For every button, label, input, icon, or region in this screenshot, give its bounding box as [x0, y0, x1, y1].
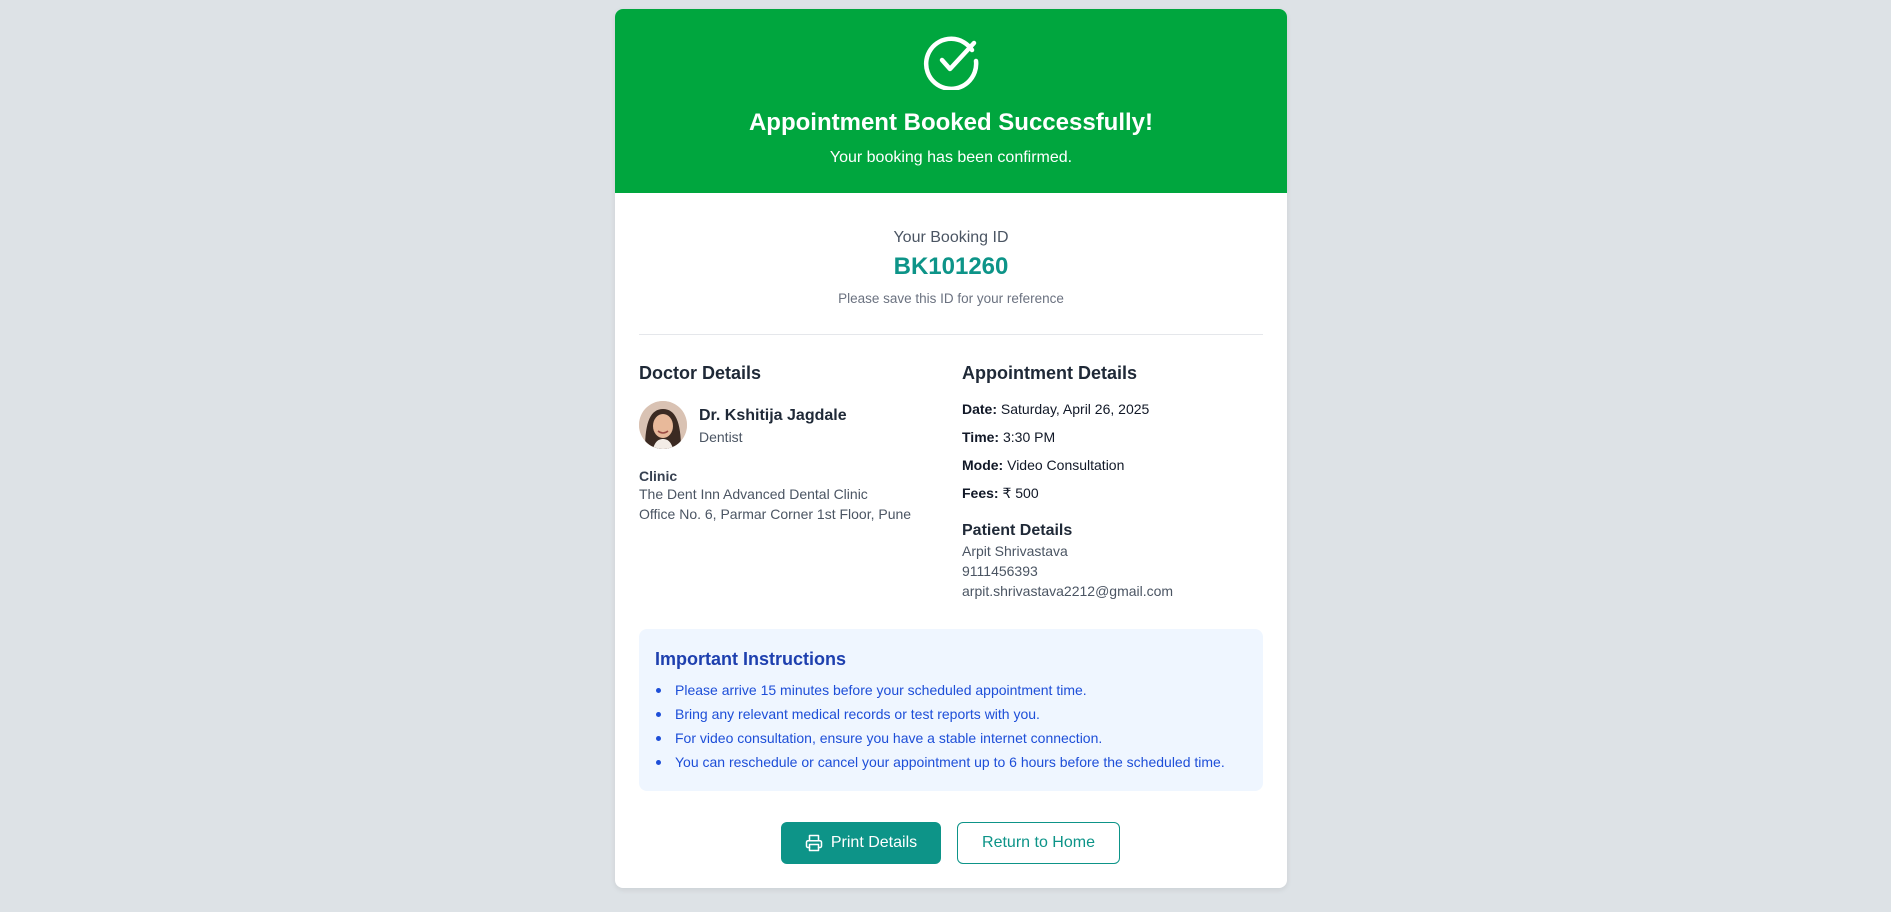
- time-value: 3:30 PM: [1002, 429, 1056, 445]
- doctor-details-section: Doctor Details Dr. Kshitija Jagdale Dent…: [639, 362, 939, 524]
- instructions-heading: Important Instructions: [655, 649, 847, 669]
- time-label: Time:: [962, 429, 1000, 445]
- booking-id-label: Your Booking ID: [893, 229, 1009, 246]
- appointment-fees: Fees: ₹ 500: [962, 483, 1262, 503]
- doctor-name: Dr. Kshitija Jagdale: [699, 407, 847, 424]
- patient-details-heading: Patient Details: [962, 522, 1073, 539]
- print-details-label: Print Details: [830, 834, 918, 851]
- mode-label: Mode:: [962, 457, 1004, 473]
- date-value: Saturday, April 26, 2025: [1000, 401, 1150, 417]
- appointment-mode: Mode: Video Consultation: [962, 455, 1262, 475]
- fees-label: Fees:: [962, 485, 999, 501]
- instruction-item: For video consultation, ensure you have …: [655, 728, 1247, 752]
- instruction-item: Bring any relevant medical records or te…: [655, 704, 1247, 728]
- patient-phone: 9111456393: [962, 563, 1038, 579]
- print-details-button[interactable]: Print Details: [781, 822, 941, 864]
- clinic-name: The Dent Inn Advanced Dental Clinic: [639, 486, 868, 502]
- return-home-button[interactable]: Return to Home: [957, 822, 1120, 864]
- appointment-details-heading: Appointment Details: [962, 363, 1138, 383]
- appointment-date: Date: Saturday, April 26, 2025: [962, 399, 1262, 419]
- fees-value: ₹ 500: [1002, 485, 1039, 501]
- appointment-details-list: Date: Saturday, April 26, 2025 Time: 3:3…: [962, 399, 1262, 503]
- confirmation-card: Appointment Booked Successfully! Your bo…: [615, 9, 1287, 888]
- doctor-specialty: Dentist: [699, 429, 743, 445]
- doctor-avatar: [639, 401, 687, 449]
- date-label: Date:: [962, 401, 998, 417]
- instruction-item: You can reschedule or cancel your appoin…: [655, 752, 1247, 776]
- appointment-time: Time: 3:30 PM: [962, 427, 1262, 447]
- booking-id-note: Please save this ID for your reference: [838, 291, 1064, 306]
- instruction-item: Please arrive 15 minutes before your sch…: [655, 680, 1247, 704]
- instructions-box: Important Instructions Please arrive 15 …: [639, 629, 1263, 791]
- mode-value: Video Consultation: [1007, 457, 1125, 473]
- patient-email: arpit.shrivastava2212@gmail.com: [962, 583, 1174, 599]
- patient-name: Arpit Shrivastava: [962, 543, 1068, 559]
- check-circle-icon: [923, 36, 979, 90]
- printer-icon: [805, 834, 823, 852]
- clinic-label: Clinic: [639, 468, 678, 484]
- booking-id-section: Your Booking ID BK101260 Please save thi…: [639, 193, 1263, 335]
- success-banner: Appointment Booked Successfully! Your bo…: [615, 9, 1287, 193]
- appointment-details-section: Appointment Details Date: Saturday, Apri…: [962, 362, 1262, 601]
- success-title: Appointment Booked Successfully!: [748, 109, 1154, 136]
- booking-id-value: BK101260: [893, 253, 1009, 280]
- success-subtitle: Your booking has been confirmed.: [829, 149, 1073, 166]
- doctor-details-heading: Doctor Details: [639, 363, 762, 383]
- clinic-address: Office No. 6, Parmar Corner 1st Floor, P…: [639, 506, 912, 522]
- doctor-card: Dr. Kshitija Jagdale Dentist: [639, 401, 939, 449]
- instructions-list: Please arrive 15 minutes before your sch…: [655, 680, 1247, 776]
